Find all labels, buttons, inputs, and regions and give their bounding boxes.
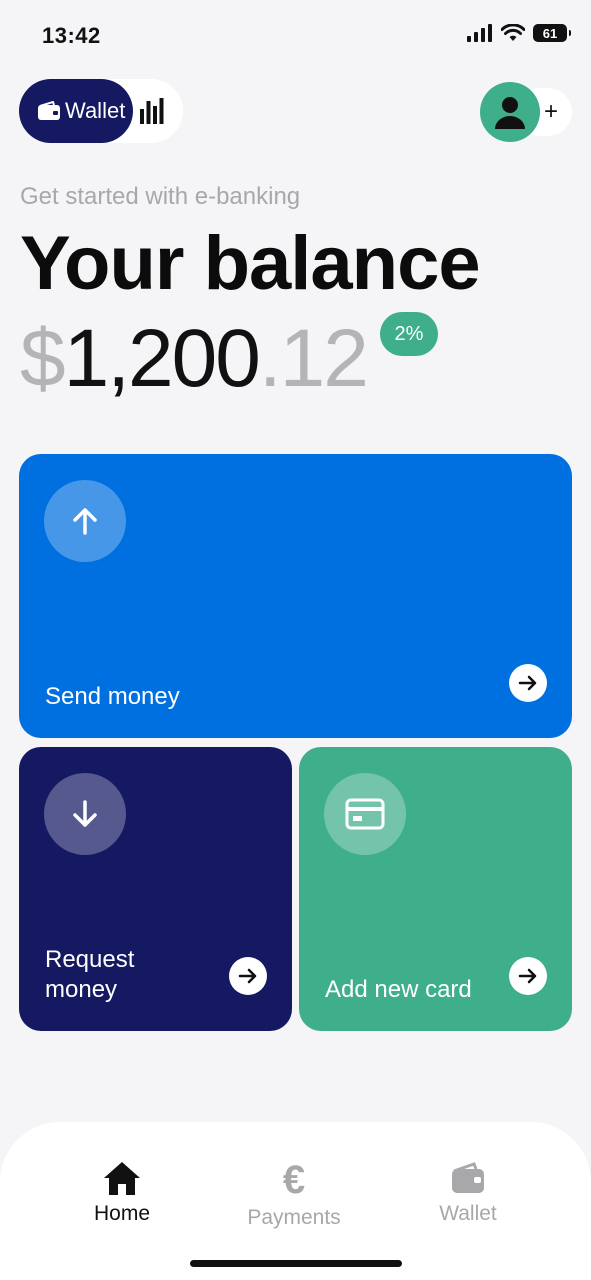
credit-card-icon xyxy=(345,798,385,830)
balance-change-badge: 2% xyxy=(380,312,438,356)
balance-cents: 12 xyxy=(279,313,369,404)
bar-chart-icon[interactable] xyxy=(139,97,165,125)
request-money-arrow-button[interactable] xyxy=(229,957,267,995)
user-icon xyxy=(495,97,525,129)
bottom-nav: Home € Payments Wallet xyxy=(0,1122,591,1280)
status-time: 13:42 xyxy=(42,23,101,48)
plus-icon: + xyxy=(543,98,558,125)
arrow-right-icon xyxy=(518,675,537,691)
arrow-up-icon xyxy=(73,508,97,535)
page-title: Your balance xyxy=(20,221,481,306)
balance-amount: $1,200.12 xyxy=(20,318,369,400)
nav-label-home: Home xyxy=(93,1202,151,1225)
card-icon-circle xyxy=(44,773,126,855)
wifi-icon xyxy=(501,24,525,41)
euro-icon: € xyxy=(282,1158,306,1202)
add-new-card-label: Add new card xyxy=(325,976,472,1003)
wallet-toggle-label: Wallet xyxy=(65,98,126,123)
balance-separator: . xyxy=(258,313,282,404)
wallet-toggle-button[interactable]: Wallet xyxy=(19,79,133,143)
battery-icon: 61 xyxy=(533,24,571,42)
screen: 13:42 61 Wallet + Get started with e-ban… xyxy=(0,0,591,1280)
card-icon-circle xyxy=(324,773,406,855)
send-money-card[interactable]: Send money xyxy=(19,454,572,738)
balance-whole: 1,200 xyxy=(63,313,261,404)
request-money-label: Request money xyxy=(45,946,135,1003)
battery-level: 61 xyxy=(542,25,558,41)
page-subtitle: Get started with e-banking xyxy=(20,183,301,210)
nav-item-payments[interactable]: € Payments xyxy=(224,1160,364,1230)
avatar[interactable] xyxy=(480,82,540,142)
card-icon-circle xyxy=(44,480,126,562)
nav-label-payments: Payments xyxy=(247,1206,341,1229)
signal-icon xyxy=(467,24,492,42)
view-toggle: Wallet xyxy=(19,79,183,143)
nav-item-home[interactable]: Home xyxy=(52,1160,192,1226)
nav-item-wallet[interactable]: Wallet xyxy=(398,1160,538,1226)
nav-label-wallet: Wallet xyxy=(439,1202,497,1225)
home-icon xyxy=(104,1162,140,1195)
wallet-icon xyxy=(38,101,60,120)
home-indicator[interactable] xyxy=(190,1260,402,1267)
status-icons: 61 xyxy=(467,24,571,42)
request-money-card[interactable]: Request money xyxy=(19,747,292,1031)
arrow-down-icon xyxy=(73,800,97,827)
status-bar: 13:42 61 xyxy=(0,0,591,72)
send-money-label: Send money xyxy=(45,683,180,710)
wallet-icon xyxy=(452,1162,484,1193)
send-money-arrow-button[interactable] xyxy=(509,664,547,702)
add-new-card-card[interactable]: Add new card xyxy=(299,747,572,1031)
arrow-right-icon xyxy=(518,968,537,984)
arrow-right-icon xyxy=(238,968,257,984)
add-new-card-arrow-button[interactable] xyxy=(509,957,547,995)
balance-currency: $ xyxy=(20,313,66,404)
